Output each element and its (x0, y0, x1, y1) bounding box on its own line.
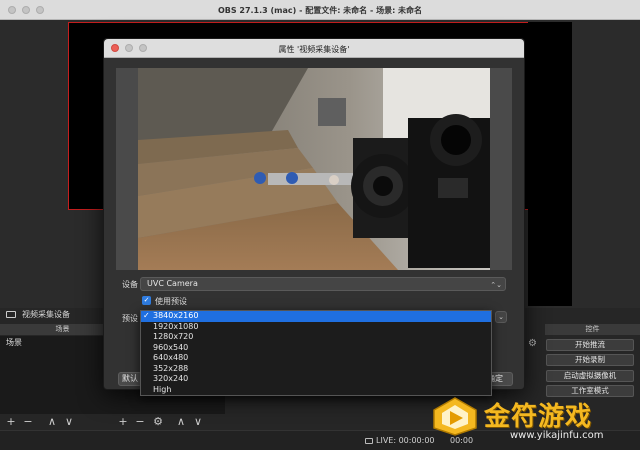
camera-icon (6, 311, 16, 318)
live-indicator-icon (365, 438, 373, 444)
preset-option-label: 640x480 (153, 353, 189, 362)
device-select[interactable]: UVC Camera ⌃⌄ (140, 277, 506, 291)
preset-option[interactable]: 1280x720 (141, 332, 491, 343)
preset-label: 预设 (122, 314, 138, 323)
preset-option-label: 320x240 (153, 374, 189, 383)
preset-option-label: 1280x720 (153, 332, 194, 341)
preset-option[interactable]: 352x288 (141, 364, 491, 375)
preset-option-label: 1920x1080 (153, 321, 199, 331)
watermark-url: www.yikajinfu.com (510, 430, 604, 441)
source-settings-icon[interactable]: ⚙ (152, 416, 164, 428)
watermark-logo-icon (433, 397, 477, 436)
preview-canvas-edge (528, 22, 572, 306)
remove-scene-icon[interactable]: − (22, 416, 34, 428)
start-streaming-button[interactable]: 开始推流 (546, 339, 634, 351)
add-scene-icon[interactable]: + (5, 416, 17, 428)
preset-option[interactable]: 640x480 (141, 353, 491, 364)
preset-option[interactable]: 960x540 (141, 343, 491, 354)
move-scene-down-icon[interactable]: ∨ (63, 416, 75, 428)
device-label: 设备 (122, 280, 138, 289)
device-value: UVC Camera (147, 279, 198, 288)
preset-dropdown-list[interactable]: ✓ 3840x2160 1920x1080 1280x720 960x540 640x48… (140, 310, 492, 396)
preset-option-label: 960x540 (153, 342, 189, 352)
move-scene-up-icon[interactable]: ∧ (46, 416, 58, 428)
move-source-down-icon[interactable]: ∨ (192, 416, 204, 428)
preset-option-label: 3840x2160 (153, 311, 199, 320)
controls-panel-header: 控件 (545, 324, 640, 335)
preset-option-label: 352x288 (153, 363, 189, 373)
start-recording-button[interactable]: 开始录制 (546, 354, 634, 366)
add-source-icon[interactable]: + (117, 416, 129, 428)
settings-gear-icon[interactable]: ⚙ (528, 338, 537, 349)
watermark: 金符游戏 www.yikajinfu.com (432, 394, 640, 450)
dialog-title: 属性 '视频采集设备' (278, 45, 350, 54)
source-name: 视频采集设备 (22, 310, 70, 319)
live-status: LIVE: 00:00:00 (365, 436, 435, 445)
source-toolbar: 视频采集设备 (6, 308, 70, 322)
move-source-up-icon[interactable]: ∧ (175, 416, 187, 428)
defaults-button[interactable]: 默认 (118, 372, 142, 386)
preset-option-label: High (153, 384, 172, 394)
chevron-updown-icon: ⌃⌄ (490, 281, 502, 289)
start-virtual-camera-button[interactable]: 启动虚拟摄像机 (546, 370, 634, 382)
dialog-titlebar: 属性 '视频采集设备' (104, 39, 524, 58)
preset-option[interactable]: 320x240 (141, 374, 491, 385)
main-window-titlebar: OBS 27.1.3 (mac) - 配置文件: 未命名 - 场景: 未命名 (0, 0, 640, 20)
camera-preview-frame (116, 68, 512, 270)
preset-option[interactable]: 1920x1080 (141, 322, 491, 333)
watermark-title: 金符游戏 (484, 402, 593, 432)
use-preset-checkbox[interactable]: ✓ (142, 296, 151, 305)
preset-select-arrow-icon[interactable]: ⌄ (495, 311, 507, 323)
remove-source-icon[interactable]: − (134, 416, 146, 428)
checkmark-icon: ✓ (143, 311, 150, 320)
use-preset-label: 使用预设 (155, 297, 187, 306)
preset-option[interactable]: ✓ 3840x2160 (141, 311, 491, 322)
window-title: OBS 27.1.3 (mac) - 配置文件: 未命名 - 场景: 未命名 (217, 6, 423, 15)
camera-preview-image (138, 68, 490, 270)
